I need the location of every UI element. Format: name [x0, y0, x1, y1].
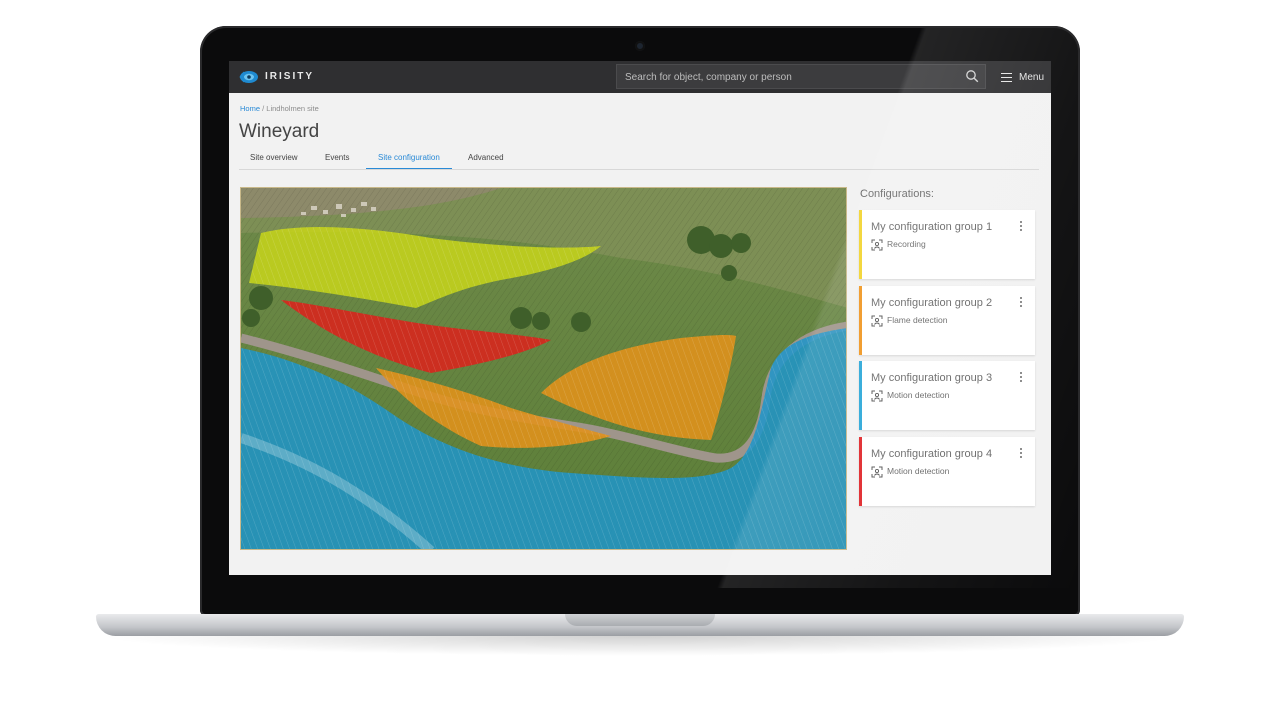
detection-frame-icon — [871, 315, 883, 327]
more-options-icon[interactable] — [1019, 372, 1023, 382]
config-group-card[interactable]: My configuration group 3 Motion detectio… — [859, 361, 1035, 430]
app-screen: IRISITY Menu Home / Lindholmen site Wine… — [229, 61, 1051, 575]
detection-frame-icon — [871, 466, 883, 478]
tab-site-configuration[interactable]: Site configuration — [378, 153, 440, 162]
tab-bar: Site overview Events Site configuration … — [239, 149, 1039, 170]
brand-name: IRISITY — [265, 71, 315, 82]
config-group-name: My configuration group 2 — [871, 297, 993, 309]
search-box[interactable] — [616, 64, 986, 89]
search-input[interactable] — [623, 68, 957, 87]
config-group-type: Motion detection — [887, 390, 950, 400]
menu-button[interactable]: Menu — [1001, 70, 1044, 84]
config-group-card[interactable]: My configuration group 1 Recording — [859, 210, 1035, 279]
tab-events[interactable]: Events — [325, 153, 349, 162]
detection-frame-icon — [871, 239, 883, 251]
active-tab-indicator — [366, 168, 452, 169]
breadcrumb-home-link[interactable]: Home — [240, 104, 260, 113]
config-group-card[interactable]: My configuration group 2 Flame detection — [859, 286, 1035, 355]
config-group-name: My configuration group 4 — [871, 448, 993, 460]
more-options-icon[interactable] — [1019, 448, 1023, 458]
site-map-image[interactable] — [241, 188, 847, 550]
page-title: Wineyard — [239, 121, 320, 142]
tab-site-overview[interactable]: Site overview — [250, 153, 298, 162]
config-group-type: Motion detection — [887, 466, 950, 476]
group-color-bar — [859, 361, 862, 430]
config-group-type: Flame detection — [887, 315, 948, 325]
config-group-type: Recording — [887, 239, 926, 249]
breadcrumb-current: Lindholmen site — [266, 104, 319, 113]
laptop-shadow — [96, 636, 1184, 656]
detection-frame-icon — [871, 390, 883, 402]
group-color-bar — [859, 286, 862, 355]
top-navigation-bar: IRISITY Menu — [229, 61, 1051, 93]
group-color-bar — [859, 210, 862, 279]
irisity-logo-icon — [239, 71, 258, 83]
webcam — [635, 41, 645, 51]
tab-advanced[interactable]: Advanced — [468, 153, 504, 162]
group-color-bar — [859, 437, 862, 506]
config-group-name: My configuration group 1 — [871, 221, 993, 233]
laptop-base-notch — [565, 614, 715, 626]
menu-label: Menu — [1019, 71, 1045, 83]
hamburger-icon — [1001, 72, 1012, 82]
search-icon[interactable] — [965, 69, 979, 83]
config-group-card[interactable]: My configuration group 4 Motion detectio… — [859, 437, 1035, 506]
breadcrumb: Home / Lindholmen site — [240, 104, 319, 113]
more-options-icon[interactable] — [1019, 221, 1023, 231]
configurations-title: Configurations: — [860, 188, 934, 200]
config-group-name: My configuration group 3 — [871, 372, 993, 384]
more-options-icon[interactable] — [1019, 297, 1023, 307]
site-map[interactable] — [240, 187, 847, 550]
